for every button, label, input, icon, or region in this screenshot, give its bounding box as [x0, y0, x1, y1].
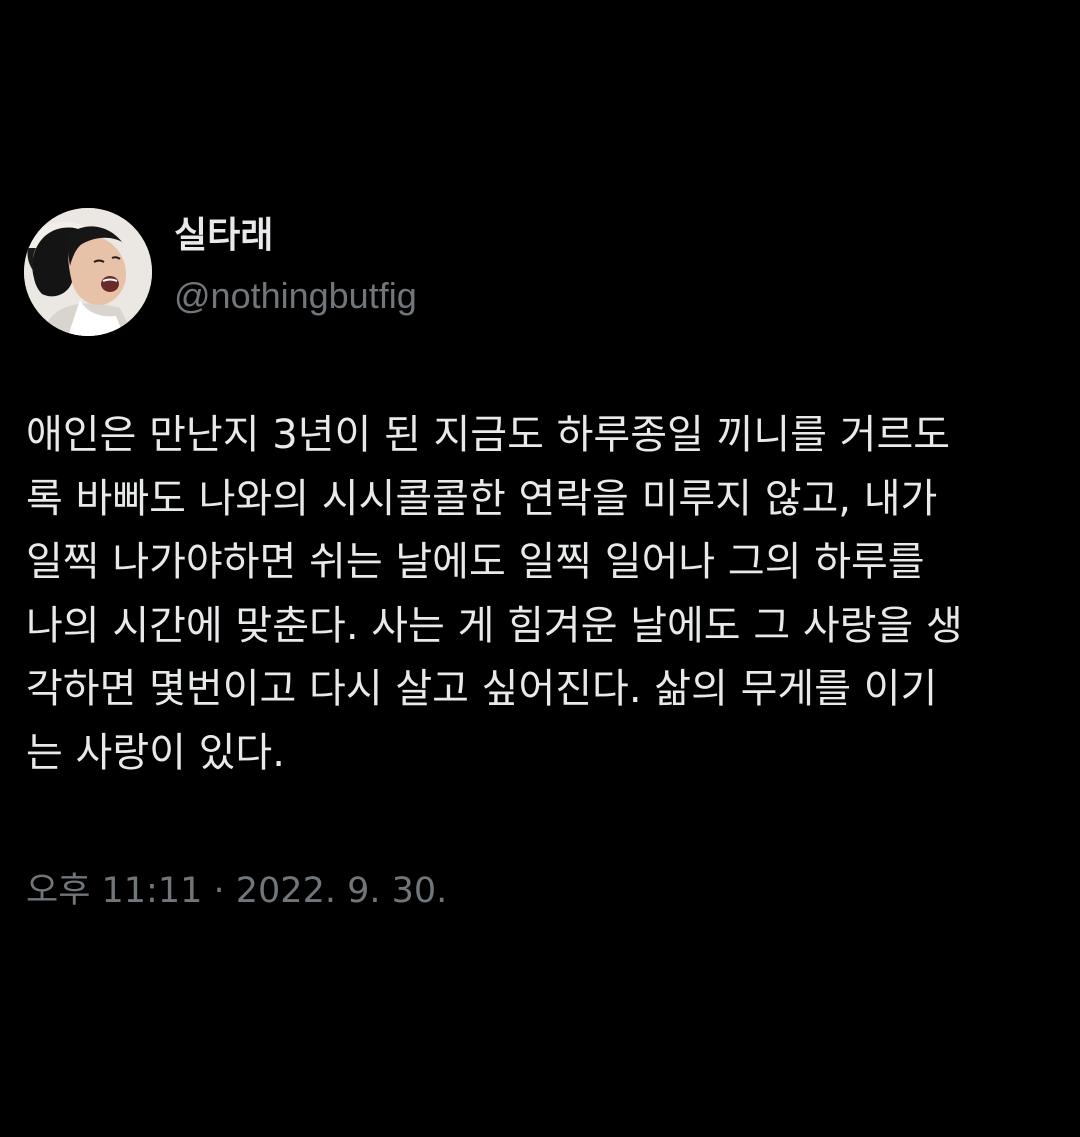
author-display-name[interactable]: 실타래 [174, 214, 417, 258]
avatar[interactable] [24, 208, 152, 336]
tweet-text-line: 각하면 몇번이고 다시 살고 싶어진다. 삶의 무게를 이기 [26, 666, 938, 712]
author-names: 실타래 @nothingbutfig [174, 215, 417, 320]
tweet-timestamp[interactable]: 오후 11:11 · 2022. 9. 30. [26, 866, 447, 916]
profile-photo-icon [24, 208, 152, 336]
tweet-header: 실타래 @nothingbutfig [24, 207, 417, 337]
tweet-text-line: 일찍 나가야하면 쉬는 날에도 일찍 일어나 그의 하루를 [26, 539, 925, 585]
author-handle[interactable]: @nothingbutfig [174, 272, 417, 320]
tweet-text: 애인은 만난지 3년이 된 지금도 하루종일 끼니를 거르도 록 바빠도 나와의… [26, 404, 1066, 785]
tweet: 실타래 @nothingbutfig 애인은 만난지 3년이 된 지금도 하루종… [0, 0, 1080, 1137]
tweet-text-line: 나의 시간에 맞춘다. 사는 게 힘겨운 날에도 그 사랑을 생 [26, 602, 963, 649]
tweet-text-line: 는 사랑이 있다. [26, 729, 285, 776]
tweet-text-line: 애인은 만난지 3년이 된 지금도 하루종일 끼니를 거르도 [26, 412, 951, 458]
tweet-text-line: 록 바빠도 나와의 시시콜콜한 연락을 미루지 않고, 내가 [26, 475, 938, 522]
